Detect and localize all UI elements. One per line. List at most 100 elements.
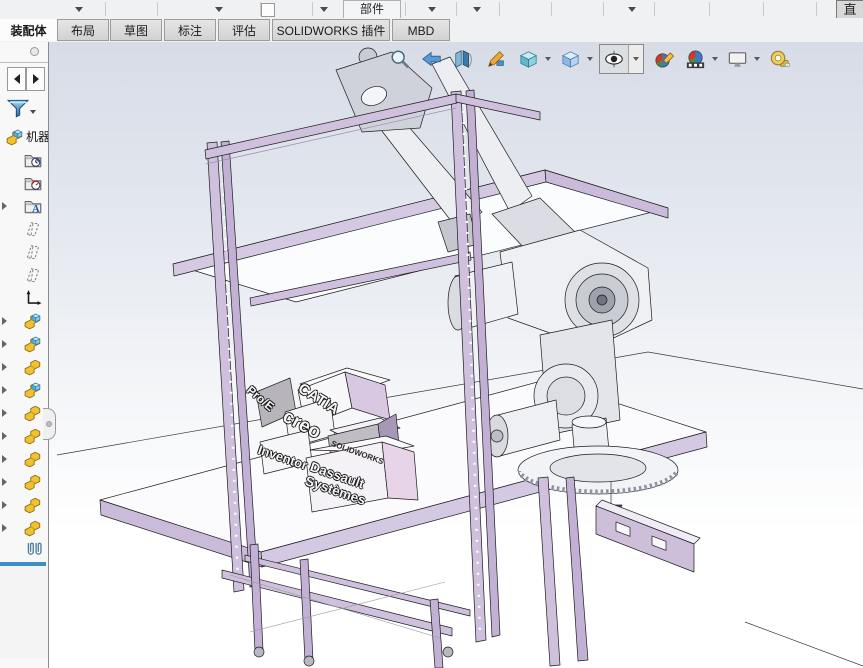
annotation-views-button[interactable] bbox=[483, 46, 509, 72]
eye-icon bbox=[603, 48, 625, 70]
graphics-viewport[interactable]: Pro/E CATIA creo SOLIDWORKS Inventor Das… bbox=[49, 42, 863, 668]
solidworks-window: 部件 直 装配体 布局 草图 标注 评估 SOLIDWORKS 插件 MBD 机… bbox=[0, 0, 863, 668]
handle-dot-icon bbox=[46, 421, 52, 427]
tree-root-assembly[interactable]: 机器 bbox=[0, 125, 48, 148]
tree-item-component[interactable] bbox=[0, 355, 48, 378]
tab-annotate[interactable]: 标注 bbox=[164, 19, 216, 41]
tree-item-history[interactable] bbox=[0, 148, 48, 171]
tree-item-sensors[interactable] bbox=[0, 171, 48, 194]
ribbon-dropdown-caret[interactable] bbox=[428, 7, 436, 12]
part-icon bbox=[24, 496, 42, 514]
part-icon bbox=[24, 473, 42, 491]
appearance-sphere-pencil-icon bbox=[652, 48, 675, 71]
previous-view-button[interactable] bbox=[419, 46, 445, 72]
component-button[interactable]: 部件 bbox=[343, 0, 401, 19]
annotations-folder-icon bbox=[24, 197, 42, 215]
tree-item-plane[interactable] bbox=[0, 217, 48, 240]
panel-header bbox=[0, 42, 48, 63]
tree-filter-button[interactable] bbox=[6, 97, 40, 123]
view-settings-button[interactable] bbox=[724, 46, 750, 72]
assembly-icon bbox=[6, 128, 24, 146]
tab-layout[interactable]: 布局 bbox=[57, 19, 109, 41]
hide-show-items-button[interactable] bbox=[599, 44, 644, 74]
section-view-button[interactable] bbox=[451, 46, 477, 72]
sensors-folder-icon bbox=[24, 174, 42, 192]
ribbon-dropdown-caret[interactable] bbox=[75, 7, 83, 12]
commandmanager-tabs: 装配体 布局 草图 标注 评估 SOLIDWORKS 插件 MBD bbox=[0, 18, 863, 43]
monitor-icon bbox=[726, 48, 749, 71]
subassembly-icon bbox=[24, 381, 42, 399]
ribbon-dropdown-caret[interactable] bbox=[473, 7, 481, 12]
ribbon-dropdown-caret[interactable] bbox=[628, 7, 636, 12]
tree-item-component[interactable] bbox=[0, 516, 48, 539]
view-orientation-button[interactable] bbox=[515, 46, 541, 72]
mates-paperclip-icon bbox=[24, 540, 46, 558]
edit-appearance-button[interactable] bbox=[650, 46, 676, 72]
tree-item-origin[interactable] bbox=[0, 286, 48, 309]
tree-item-component[interactable] bbox=[0, 493, 48, 516]
left-arrow-icon bbox=[14, 74, 20, 84]
hide-show-caret[interactable] bbox=[628, 45, 643, 73]
filter-caret-icon bbox=[30, 110, 36, 114]
panel-tab-dot-icon[interactable] bbox=[30, 47, 39, 56]
tape-measure-icon bbox=[768, 48, 791, 71]
tab-sketch[interactable]: 草图 bbox=[110, 19, 162, 41]
tree-item-component[interactable] bbox=[0, 470, 48, 493]
display-style-caret[interactable] bbox=[587, 57, 593, 61]
ribbon-strip: 部件 直 bbox=[0, 0, 863, 19]
tab-evaluate[interactable]: 评估 bbox=[218, 19, 270, 41]
origin-icon bbox=[24, 289, 42, 307]
filter-funnel-icon bbox=[6, 97, 30, 119]
measure-button[interactable] bbox=[766, 46, 792, 72]
feature-tree: 机器 bbox=[0, 125, 48, 559]
subassembly-icon bbox=[24, 312, 42, 330]
panel-flyout-handle[interactable] bbox=[43, 408, 56, 440]
display-style-cube-icon bbox=[559, 48, 582, 71]
tab-addins[interactable]: SOLIDWORKS 插件 bbox=[272, 19, 390, 41]
tree-item-component[interactable] bbox=[0, 401, 48, 424]
tree-item-plane[interactable] bbox=[0, 263, 48, 286]
plane-icon bbox=[24, 266, 42, 284]
tab-mbd[interactable]: MBD bbox=[392, 19, 450, 41]
part-icon bbox=[24, 519, 42, 537]
zoom-to-fit-button[interactable] bbox=[387, 46, 413, 72]
ribbon-button-icon[interactable] bbox=[261, 3, 275, 17]
part-icon bbox=[24, 358, 42, 376]
tree-item-plane[interactable] bbox=[0, 240, 48, 263]
subassembly-icon bbox=[24, 335, 42, 353]
blue-left-arrow-icon bbox=[421, 48, 443, 70]
corner-button[interactable]: 直 bbox=[836, 0, 863, 19]
assembly-3d-model bbox=[49, 42, 863, 668]
tree-item-mates[interactable] bbox=[0, 539, 48, 559]
headsup-view-toolbar bbox=[387, 44, 792, 74]
apply-scene-button[interactable] bbox=[682, 46, 708, 72]
tree-item-component[interactable] bbox=[0, 378, 48, 401]
section-panels-icon bbox=[453, 48, 475, 70]
view-orientation-caret[interactable] bbox=[545, 57, 551, 61]
tree-item-component[interactable] bbox=[0, 309, 48, 332]
scene-sphere-icon bbox=[684, 48, 707, 71]
tab-assembly[interactable]: 装配体 bbox=[0, 19, 57, 41]
right-arrow-icon bbox=[33, 74, 39, 84]
tree-item-component[interactable] bbox=[0, 332, 48, 355]
tree-item-annotations[interactable] bbox=[0, 194, 48, 217]
assembly-name: 机器 bbox=[26, 128, 48, 145]
pencil-icon bbox=[485, 48, 507, 70]
panel-prev-button[interactable] bbox=[7, 67, 26, 91]
ribbon-dropdown-caret[interactable] bbox=[320, 7, 328, 12]
tree-item-component[interactable] bbox=[0, 447, 48, 470]
tree-item-component[interactable] bbox=[0, 424, 48, 447]
featuremanager-panel: 机器 bbox=[0, 42, 49, 668]
plane-icon bbox=[24, 220, 42, 238]
panel-next-button[interactable] bbox=[26, 67, 45, 91]
magnifier-icon bbox=[389, 48, 411, 70]
ribbon-dropdown-caret[interactable] bbox=[215, 7, 223, 12]
panel-lower-area bbox=[0, 566, 48, 658]
part-icon bbox=[24, 450, 42, 468]
display-style-button[interactable] bbox=[557, 46, 583, 72]
view-settings-caret[interactable] bbox=[754, 57, 760, 61]
part-icon bbox=[24, 404, 42, 422]
apply-scene-caret[interactable] bbox=[712, 57, 718, 61]
history-folder-icon bbox=[24, 151, 42, 169]
orientation-cube-icon bbox=[517, 48, 540, 71]
